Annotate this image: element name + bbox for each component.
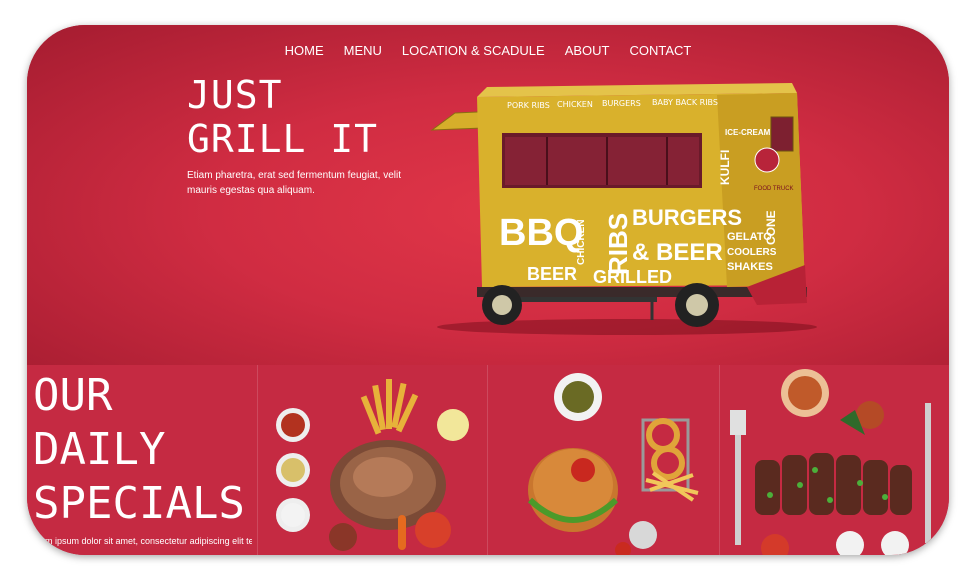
food-truck-image: PORK RIBS CHICKEN BURGERS BABY BACK RIBS… — [430, 83, 817, 335]
specials-description: Lorem ipsum dolor sit amet, consectetur … — [27, 536, 252, 546]
truck-roof-label-4: BABY BACK RIBS — [652, 98, 718, 107]
truck-word-beer: & BEER — [632, 239, 723, 266]
hero-title-line-2: GRILL IT — [187, 117, 379, 161]
main-nav: HOME MENU LOCATION & SCADULE ABOUT CONTA… — [27, 43, 949, 58]
nav-home[interactable]: HOME — [285, 43, 324, 58]
truck-rear-word-1: ICE-CREAM — [725, 128, 771, 137]
truck-word-ribs: RIBS — [603, 213, 633, 275]
truck-rear-word-2: KULFI — [718, 150, 732, 185]
truck-word-grilled: GRILLED — [593, 267, 672, 287]
truck-roof-label-2: CHICKEN — [557, 100, 593, 109]
specials-title-line-2: DAILY — [33, 424, 166, 475]
burger-plate-image — [527, 373, 699, 555]
truck-word-chicken: CHICKEN — [576, 219, 587, 265]
specials-title-line-1: OUR — [33, 370, 113, 421]
special-tile-ribs[interactable] — [719, 365, 949, 555]
steak-plate-image — [276, 379, 469, 551]
truck-badge: FOOD TRUCK — [754, 186, 794, 192]
nav-about[interactable]: ABOUT — [565, 43, 610, 58]
truck-roof-label-3: BURGERS — [602, 99, 641, 108]
truck-rear-word-4: COOLERS — [727, 247, 777, 258]
hero-title-line-1: JUST — [187, 73, 283, 117]
truck-rear-word-6: CONE — [764, 210, 778, 245]
daily-specials-section: OUR DAILY SPECIALS Lorem ipsum dolor sit… — [27, 365, 949, 555]
special-tile-burger[interactable] — [487, 365, 720, 555]
truck-word-beer-small: BEER — [527, 264, 577, 284]
ribs-plate-image — [730, 369, 931, 555]
truck-roof-label-1: PORK RIBS — [507, 101, 550, 110]
specials-title-line-3: SPECIALS — [33, 478, 245, 529]
nav-location[interactable]: LOCATION & SCADULE — [402, 43, 545, 58]
special-tile-steak[interactable] — [257, 365, 488, 555]
truck-word-burgers: BURGERS — [632, 205, 742, 230]
hero-section: HOME MENU LOCATION & SCADULE ABOUT CONTA… — [27, 25, 949, 365]
truck-rear-word-5: SHAKES — [727, 261, 773, 273]
hero-title: JUST GRILL IT — [187, 73, 378, 161]
truck-word-bbq: BBQ — [499, 212, 583, 254]
nav-contact[interactable]: CONTACT — [630, 43, 692, 58]
page-frame: HOME MENU LOCATION & SCADULE ABOUT CONTA… — [27, 25, 949, 555]
specials-title: OUR DAILY SPECIALS — [33, 369, 245, 531]
hero-description: Etiam pharetra, erat sed fermentum feugi… — [187, 170, 401, 196]
nav-menu[interactable]: MENU — [344, 43, 382, 58]
